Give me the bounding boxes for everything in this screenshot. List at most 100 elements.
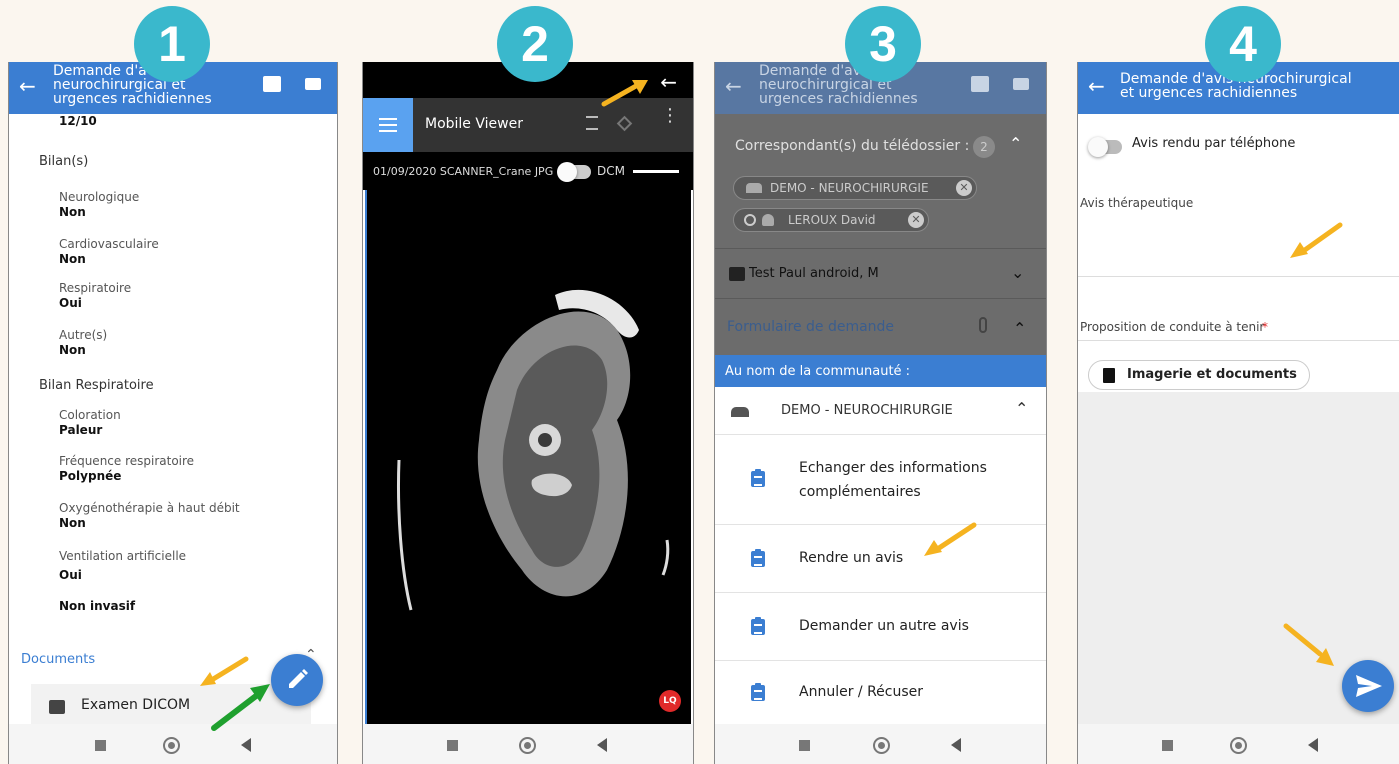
annotation-arrow-orange: [924, 522, 977, 556]
back-arrow-icon[interactable]: ←: [19, 74, 36, 98]
phone-response-label: Avis rendu par téléphone: [1132, 136, 1296, 151]
send-icon: [1356, 675, 1382, 697]
nav-back-button[interactable]: [1308, 738, 1318, 752]
layers-icon[interactable]: [616, 115, 633, 132]
section-bilans: Bilan(s): [39, 154, 89, 169]
back-arrow-icon[interactable]: ←: [660, 70, 677, 94]
field-autres: Autre(s) Non: [59, 328, 108, 357]
action-echanger[interactable]: Echanger des informations complémentaire…: [715, 435, 1046, 525]
documents-label: Documents: [21, 652, 96, 667]
recents-button[interactable]: [447, 740, 458, 751]
android-nav-bar: [9, 724, 337, 764]
edit-fab-button[interactable]: [271, 654, 323, 706]
field-neurologique: Neurologique Non: [59, 190, 140, 219]
correspondants-count: 2: [973, 136, 995, 158]
quality-badge: LQ: [659, 690, 681, 712]
ventilation-type-value: Non invasif: [59, 599, 136, 613]
correspondant-chip[interactable]: DEMO - NEUROCHIRURGIE ✕: [733, 176, 977, 200]
recents-button[interactable]: [799, 740, 810, 751]
required-mark: *: [1262, 320, 1268, 334]
step-badge-1: 1: [134, 6, 210, 82]
correspondant-chip[interactable]: LEROUX David ✕: [733, 208, 929, 232]
clipboard-icon: [751, 469, 765, 487]
patient-row[interactable]: Test Paul android, M ⌄: [715, 248, 1046, 298]
nav-back-button[interactable]: [951, 738, 961, 752]
chat-icon[interactable]: [971, 76, 989, 92]
chevron-up-icon[interactable]: ⌃: [1013, 319, 1026, 338]
annotation-arrow-green: [211, 684, 270, 731]
remove-chip-icon[interactable]: ✕: [908, 212, 924, 228]
form-row[interactable]: Formulaire de demande ⌃: [715, 298, 1046, 355]
back-arrow-icon[interactable]: ←: [1088, 74, 1105, 98]
action-demander-avis[interactable]: Demander un autre avis: [715, 593, 1046, 661]
community-name: DEMO - NEUROCHIRURGIE: [781, 403, 953, 418]
home-button[interactable]: [873, 737, 890, 754]
format-toggle[interactable]: [557, 162, 591, 182]
recents-button[interactable]: [95, 740, 106, 751]
more-vert-icon[interactable]: ⋮: [661, 107, 679, 125]
proposal-field[interactable]: Proposition de conduite à tenir *: [1078, 300, 1399, 338]
remove-chip-icon[interactable]: ✕: [956, 180, 972, 196]
clipboard-icon: [751, 549, 765, 567]
step-badge-3: 3: [845, 6, 921, 82]
patient-card-icon: [729, 267, 745, 281]
imagerie-documents-button[interactable]: Imagerie et documents: [1088, 360, 1310, 390]
align-icon[interactable]: [586, 116, 598, 130]
chevron-up-icon[interactable]: ⌃: [1009, 134, 1022, 153]
phone-screen-3: ← Demande d'avis neurochirurgical et urg…: [714, 62, 1047, 764]
home-button[interactable]: [163, 737, 180, 754]
recents-button[interactable]: [1162, 740, 1173, 751]
top-value: 12/10: [59, 114, 97, 128]
person-icon: [762, 214, 774, 226]
video-icon[interactable]: [305, 78, 321, 90]
annotation-arrow-orange: [1290, 222, 1343, 258]
image-icon: [49, 700, 65, 714]
response-form: Avis rendu par téléphone Avis thérapeuti…: [1078, 114, 1399, 392]
group-icon: [746, 183, 762, 193]
back-arrow-icon[interactable]: ←: [725, 74, 742, 98]
community-row[interactable]: DEMO - NEUROCHIRURGIE ⌃: [715, 387, 1046, 435]
send-fab-button[interactable]: [1342, 660, 1394, 712]
exam-info-bar: 01/09/2020 SCANNER_Crane JPG DCM: [363, 152, 693, 190]
viewer-title: Mobile Viewer: [425, 116, 523, 132]
documents-header[interactable]: Documents: [21, 652, 95, 667]
community-header-label: Au nom de la communauté :: [725, 364, 911, 379]
home-button[interactable]: [519, 737, 536, 754]
field-respiratoire: Respiratoire Oui: [59, 281, 132, 310]
nav-back-button[interactable]: [597, 738, 607, 752]
field-oxygenotherapie: Oxygénothérapie à haut débit Non: [59, 501, 240, 530]
skull-ct-slice: [397, 289, 670, 611]
dimmed-background: Correspondant(s) du télédossier : 2 ⌃ DE…: [715, 114, 1046, 355]
phone-response-toggle[interactable]: [1088, 137, 1122, 157]
clipboard-icon: [751, 683, 765, 701]
group-icon: [731, 407, 749, 417]
progress-line: [633, 170, 679, 173]
chevron-down-icon[interactable]: ⌄: [1011, 263, 1024, 282]
therapeutic-label: Avis thérapeutique: [1080, 196, 1194, 210]
detail-list: 12/10 Bilan(s) Neurologique Non Cardiova…: [9, 114, 337, 724]
phone-screen-2: ← Mobile Viewer ⋮ 01/09/2020 SCANNER_Cra…: [362, 62, 694, 764]
action-annuler[interactable]: Annuler / Récuser: [715, 661, 1046, 724]
annotation-arrow-orange: [601, 80, 648, 107]
menu-icon[interactable]: [363, 98, 413, 152]
action-rendre-avis[interactable]: Rendre un avis: [715, 525, 1046, 593]
ct-scan-image[interactable]: LQ: [365, 190, 691, 724]
attachment-icon[interactable]: [979, 317, 987, 333]
android-nav-bar: [1078, 724, 1399, 764]
phone-screen-4: ← Demande d'avis neurochirurgical et urg…: [1077, 62, 1399, 764]
therapeutic-field[interactable]: Avis thérapeutique: [1078, 194, 1399, 228]
field-frequence-respiratoire: Fréquence respiratoire Polypnée: [59, 454, 195, 483]
field-coloration: Coloration Paleur: [59, 408, 121, 437]
nav-back-button[interactable]: [241, 738, 251, 752]
chevron-up-icon[interactable]: ⌃: [1015, 399, 1028, 418]
video-icon[interactable]: [1013, 78, 1029, 90]
section-bilan-respiratoire: Bilan Respiratoire: [39, 378, 154, 393]
patient-name: Test Paul android, M: [749, 266, 879, 281]
field-cardiovasculaire: Cardiovasculaire Non: [59, 237, 159, 266]
proposal-label: Proposition de conduite à tenir: [1080, 320, 1265, 334]
exam-info: 01/09/2020 SCANNER_Crane JPG: [373, 165, 554, 178]
status-dot-icon: [744, 214, 756, 226]
chat-icon[interactable]: [263, 76, 281, 92]
home-button[interactable]: [1230, 737, 1247, 754]
format-label: DCM: [597, 164, 625, 178]
